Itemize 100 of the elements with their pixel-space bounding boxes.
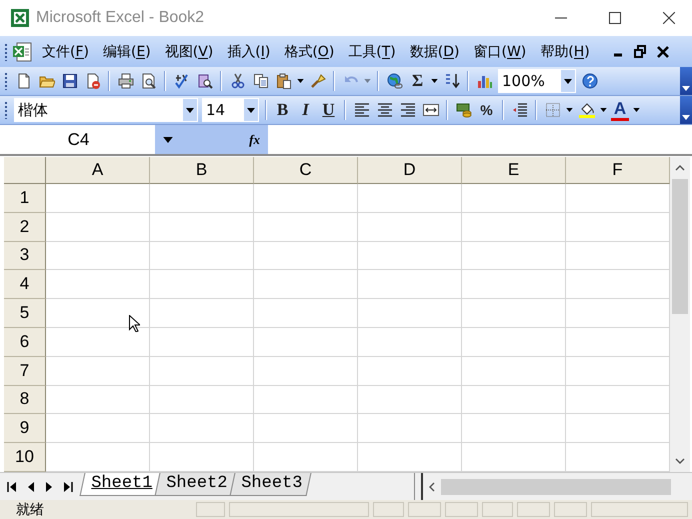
spreadsheet-cell[interactable] (150, 328, 254, 357)
spreadsheet-cell[interactable] (46, 212, 150, 242)
select-all-corner[interactable] (4, 157, 46, 184)
status-panel (408, 502, 441, 517)
spreadsheet-cell[interactable] (46, 270, 150, 300)
row-header[interactable]: 9 (4, 414, 46, 444)
spreadsheet-cell[interactable] (46, 386, 150, 414)
menu-item[interactable]: 文件(F) (42, 42, 89, 60)
spreadsheet-cell[interactable] (254, 184, 358, 213)
row-header[interactable]: 8 (4, 386, 46, 414)
spreadsheet-cell[interactable] (150, 386, 254, 414)
spreadsheet-cell[interactable] (46, 356, 150, 386)
restore-icon[interactable] (634, 44, 648, 58)
italic-button[interactable]: I (294, 98, 317, 122)
spreadsheet-cell[interactable] (462, 270, 566, 300)
spreadsheet-cell[interactable] (150, 356, 254, 386)
percent-button[interactable]: % (475, 98, 498, 122)
spreadsheet-cell[interactable] (358, 242, 462, 270)
sheet-tab[interactable]: Sheet2 (154, 473, 237, 496)
spreadsheet-cell[interactable] (46, 184, 150, 213)
column-header[interactable]: F (566, 157, 670, 184)
toolbar-grip[interactable] (4, 72, 8, 90)
close-icon[interactable] (656, 44, 670, 58)
spreadsheet-cell[interactable] (358, 356, 462, 386)
insert-function-button[interactable]: fx (249, 132, 260, 148)
spreadsheet-cell[interactable] (462, 242, 566, 270)
vertical-scrollbar[interactable] (670, 157, 690, 472)
menu-item[interactable]: 格式(O) (284, 42, 334, 60)
combo-box[interactable]: 14 (202, 98, 259, 122)
sheet-tab[interactable]: Sheet1 (80, 473, 162, 496)
spreadsheet-cell[interactable] (150, 184, 254, 213)
spreadsheet-cell[interactable] (46, 242, 150, 270)
status-panel (196, 502, 226, 517)
autosum-button[interactable]: Σ (406, 69, 429, 93)
name-box[interactable]: C4 (2, 125, 155, 154)
row-header[interactable]: 4 (4, 270, 46, 300)
spreadsheet-cell[interactable] (358, 386, 462, 414)
bold-button[interactable]: B (271, 98, 294, 122)
spreadsheet-cell[interactable] (150, 212, 254, 242)
spreadsheet-cell[interactable] (358, 299, 462, 328)
spreadsheet-cell[interactable] (254, 356, 358, 386)
column-header[interactable]: A (46, 157, 150, 184)
toolbar-options-button[interactable] (680, 67, 692, 95)
spreadsheet-cell[interactable] (254, 386, 358, 414)
spreadsheet-cell[interactable] (358, 328, 462, 357)
status-panel (517, 502, 550, 517)
spreadsheet-cell[interactable] (150, 242, 254, 270)
spreadsheet-cell[interactable] (358, 212, 462, 242)
spreadsheet-cell[interactable] (46, 414, 150, 444)
spreadsheet-cell[interactable] (462, 356, 566, 386)
spreadsheet-cell[interactable] (462, 328, 566, 357)
spreadsheet-cell[interactable] (150, 270, 254, 300)
row-header[interactable]: 3 (4, 242, 46, 270)
row-header[interactable]: 6 (4, 328, 46, 357)
scrollbar-thumb[interactable] (672, 179, 688, 314)
column-header[interactable]: C (254, 157, 358, 184)
spreadsheet-cell[interactable] (462, 386, 566, 414)
spreadsheet-cell[interactable] (358, 414, 462, 444)
menu-item[interactable]: 编辑(E) (102, 42, 151, 60)
combo-box[interactable]: 楷体 (14, 98, 198, 122)
maximize-icon[interactable] (609, 12, 621, 24)
menu-item[interactable]: 工具(T) (348, 42, 396, 60)
spreadsheet-cell[interactable] (358, 184, 462, 213)
column-header[interactable]: B (150, 157, 254, 184)
row-header[interactable]: 5 (4, 299, 46, 328)
row-header[interactable]: 1 (4, 184, 46, 213)
menu-item[interactable]: 数据(D) (410, 42, 460, 60)
row-header[interactable]: 2 (4, 212, 46, 242)
document-icon[interactable] (12, 40, 34, 62)
row-header[interactable]: 7 (4, 356, 46, 386)
toolbar-grip[interactable] (4, 101, 8, 119)
combo-box[interactable]: 100% (498, 69, 576, 93)
spreadsheet-cell[interactable] (254, 242, 358, 270)
spreadsheet-cell[interactable] (254, 328, 358, 357)
dropdown-arrow-icon[interactable] (163, 136, 173, 142)
column-header[interactable]: D (358, 157, 462, 184)
spreadsheet-cell[interactable] (462, 184, 566, 213)
column-header[interactable]: E (462, 157, 566, 184)
close-icon[interactable] (663, 12, 675, 24)
scrollbar-thumb[interactable] (441, 478, 671, 494)
spreadsheet-cell[interactable] (254, 299, 358, 328)
spreadsheet-cell[interactable] (462, 414, 566, 444)
menu-item[interactable]: 窗口(W) (474, 42, 526, 60)
spreadsheet-cell[interactable] (358, 270, 462, 300)
spreadsheet-cell[interactable] (150, 414, 254, 444)
font-color-button[interactable]: A (611, 100, 629, 120)
spreadsheet-cell[interactable] (462, 212, 566, 242)
spreadsheet-cell[interactable] (150, 299, 254, 328)
row-header[interactable]: 10 (4, 443, 46, 472)
toolbar-grip[interactable] (4, 42, 8, 60)
toolbar-options-button[interactable] (680, 96, 692, 124)
menu-item[interactable]: 视图(V) (164, 42, 214, 60)
underline-button[interactable]: U (317, 98, 340, 122)
spreadsheet-cell[interactable] (462, 299, 566, 328)
menu-item[interactable]: 插入(I) (227, 42, 270, 60)
menu-item[interactable]: 帮助(H) (540, 42, 590, 60)
sheet-tab[interactable]: Sheet3 (230, 473, 312, 496)
spreadsheet-cell[interactable] (254, 414, 358, 444)
spreadsheet-cell[interactable] (254, 270, 358, 300)
spreadsheet-cell[interactable] (254, 212, 358, 242)
